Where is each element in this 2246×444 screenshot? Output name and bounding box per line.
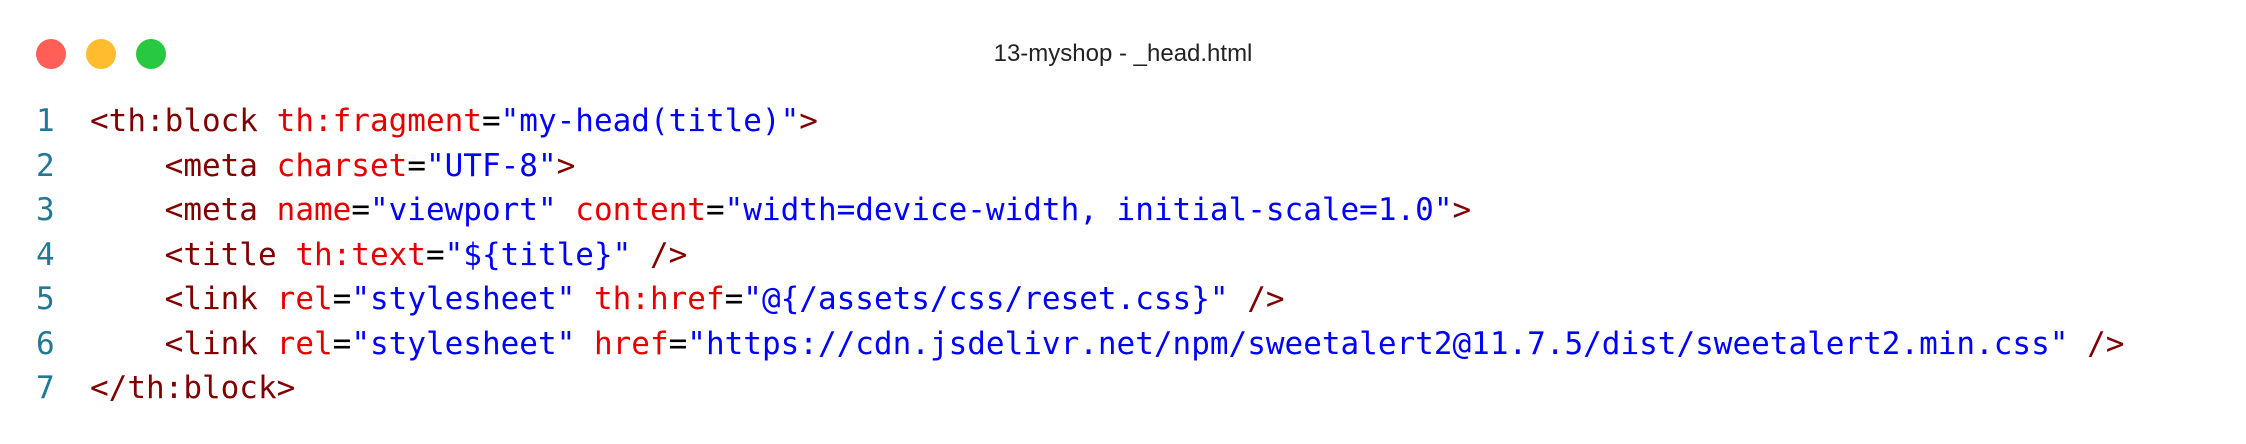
code-token-tag: <meta [164,147,258,184]
code-token-tag: /> [2087,325,2125,362]
code-token-punct [258,103,277,139]
title-bar: 13-myshop - _head.html [0,0,2246,106]
code-token-attr: rel [276,325,333,362]
code-line: 2 <meta charset="UTF-8"> [0,144,2246,189]
window-title: 13-myshop - _head.html [993,40,1253,67]
code-token-punct [258,281,277,317]
code-token-tag: <th:block [90,103,258,139]
code-token-val: "width=device-width, initial-scale=1.0" [724,192,1453,228]
code-token-punct [575,326,594,362]
code-window: 13-myshop - _head.html 1 <th:block th:fra… [0,0,2246,444]
code-token-attr: content [575,192,706,228]
code-token-punct: = [668,325,688,362]
code-token-punct [258,192,277,228]
line-content: <link rel="stylesheet" href="https://cdn… [90,322,2125,367]
code-token-tag: /> [1247,281,1285,317]
code-token-val: "UTF-8" [425,147,557,184]
code-line: 5 <link rel="stylesheet" th:href="@{/ass… [0,277,2246,322]
code-token-punct: = [351,192,370,228]
line-content: <title th:text="${title}" /> [90,233,688,278]
code-token-val: "https://cdn.jsdelivr.net/npm/sweetalert… [687,325,2069,362]
line-content: <meta name="viewport" content="width=dev… [90,188,1472,233]
line-number: 5 [36,281,55,317]
code-token-tag: <link [164,325,258,362]
code-token-punct: = [332,281,352,317]
code-token-attr: th:fragment [276,103,482,139]
code-token-attr: charset [276,147,408,184]
code-token-val: "viewport" [369,192,557,228]
code-token-punct [90,148,165,184]
line-content: <meta charset="UTF-8"> [90,144,576,189]
code-token-punct [557,192,576,228]
code-token-punct: = [724,281,744,317]
code-token-val: "my-head(title)" [500,103,800,139]
code-token-punct [575,281,594,317]
code-token-punct [90,192,165,228]
code-editor[interactable]: 1 <th:block th:fragment="my-head(title)">… [0,99,2246,411]
code-token-tag: /> [649,236,688,273]
code-token-punct: = [407,147,426,184]
line-content: </th:block> [90,366,295,411]
code-token-tag: <title [164,236,277,273]
code-token-tag: > [799,103,818,139]
line-content: <link rel="stylesheet" th:href="@{/asset… [90,277,1285,322]
code-line: 4 <title th:text="${title}" /> [0,233,2246,278]
code-token-tag: </th:block> [90,370,296,406]
code-token-val: "stylesheet" [351,325,576,362]
line-number: 7 [36,370,55,406]
code-line: 7 </th:block> [0,366,2246,411]
line-number: 3 [36,192,55,228]
code-token-punct: = [332,325,352,362]
line-number: 2 [36,147,55,184]
code-token-val: "${title}" [444,236,632,273]
line-number: 1 [36,103,55,139]
code-line: 1 <th:block th:fragment="my-head(title)"> [0,99,2246,144]
line-number: 6 [36,325,55,362]
line-content: <th:block th:fragment="my-head(title)"> [90,99,818,144]
code-token-attr: href [593,325,669,362]
code-token-tag: <link [164,281,258,317]
code-token-val: "stylesheet" [351,281,576,317]
code-line: 3 <meta name="viewport" content="width=d… [0,188,2246,233]
code-token-attr: th:href [593,281,725,317]
code-token-attr: name [276,192,352,228]
code-token-tag: <meta [164,192,258,228]
code-token-punct: = [425,236,445,273]
code-token-punct [90,237,165,273]
code-token-attr: rel [276,281,333,317]
code-token-punct [631,237,650,273]
code-token-punct: = [481,103,501,139]
code-token-punct [2068,326,2087,362]
code-token-tag: > [556,147,576,184]
code-token-punct [277,237,296,273]
code-token-punct [1229,281,1248,317]
code-token-tag: > [1452,192,1472,228]
code-token-punct: = [705,192,725,228]
code-token-punct [90,326,165,362]
code-token-punct [258,326,277,362]
code-line: 6 <link rel="stylesheet" href="https://c… [0,322,2246,367]
code-token-attr: th:text [295,236,426,273]
line-number: 4 [36,236,55,273]
code-token-punct [258,148,277,184]
code-token-val: "@{/assets/css/reset.css}" [743,281,1229,317]
code-token-punct [90,281,165,317]
